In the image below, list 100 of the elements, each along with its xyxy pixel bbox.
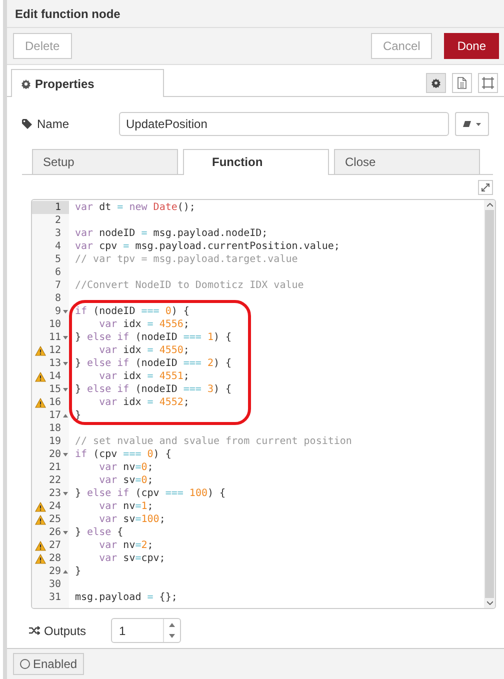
warning-icon bbox=[35, 398, 46, 408]
code-line: var nv=0; bbox=[98, 462, 154, 473]
frame-icon bbox=[482, 76, 494, 88]
line-number: 17 bbox=[48, 410, 61, 421]
code-line: } bbox=[74, 410, 82, 421]
code-line: //Convert NodeID to Domoticz IDX value bbox=[74, 280, 304, 291]
document-icon bbox=[457, 76, 467, 88]
enabled-toggle[interactable]: Enabled bbox=[13, 653, 84, 675]
done-button[interactable]: Done bbox=[444, 33, 499, 59]
line-number: 8 bbox=[54, 293, 61, 304]
line-number: 18 bbox=[48, 423, 61, 434]
line-number: 6 bbox=[54, 267, 61, 278]
line-number: 24 bbox=[48, 501, 61, 512]
fold-icon[interactable] bbox=[62, 310, 68, 314]
code-line: var sv=cpv; bbox=[98, 553, 166, 564]
line-number: 11 bbox=[48, 332, 61, 343]
code-line: var nv=1; bbox=[98, 501, 154, 512]
decrement-icon[interactable] bbox=[169, 634, 175, 638]
name-field[interactable]: UpdatePosition bbox=[119, 112, 449, 136]
fold-icon[interactable] bbox=[62, 336, 68, 340]
increment-icon[interactable] bbox=[169, 622, 175, 627]
line-number: 26 bbox=[48, 527, 61, 538]
fold-icon[interactable] bbox=[62, 530, 68, 534]
settings-button[interactable] bbox=[426, 72, 446, 92]
line-number: 3 bbox=[54, 228, 61, 239]
line-number: 1 bbox=[54, 202, 61, 213]
tag-icon bbox=[22, 119, 33, 129]
scroll-down-icon[interactable] bbox=[486, 601, 492, 605]
fold-end-icon[interactable] bbox=[62, 570, 68, 574]
line-number: 10 bbox=[48, 319, 61, 330]
line-number: 5 bbox=[54, 254, 61, 265]
warning-icon bbox=[35, 346, 46, 356]
line-number: 29 bbox=[48, 566, 61, 577]
line-number: 21 bbox=[48, 462, 61, 473]
expand-button[interactable] bbox=[478, 180, 493, 195]
line-number: 9 bbox=[54, 306, 61, 317]
outputs-spinner[interactable]: 1 bbox=[111, 618, 181, 643]
fold-icon[interactable] bbox=[62, 492, 68, 496]
fold-icon[interactable] bbox=[62, 452, 68, 456]
code-line: } else { bbox=[74, 527, 124, 538]
appearance-button[interactable] bbox=[478, 72, 498, 92]
code-line: var idx = 4556; bbox=[98, 319, 190, 330]
line-number: 31 bbox=[48, 592, 61, 603]
editor-tab[interactable]: Function bbox=[183, 149, 329, 175]
shuffle-icon bbox=[29, 626, 40, 635]
fold-icon[interactable] bbox=[62, 362, 68, 366]
code-line: if (nodeID === 0) { bbox=[74, 306, 190, 317]
code-line: } else if (nodeID === 3) { bbox=[74, 384, 232, 395]
line-number: 13 bbox=[48, 358, 61, 369]
code-line: // set nvalue and svalue from current position bbox=[74, 436, 352, 447]
line-number: 16 bbox=[48, 397, 61, 408]
code-line: } else if (nodeID === 1) { bbox=[74, 332, 232, 343]
scrollbar[interactable] bbox=[484, 200, 495, 608]
properties-tab[interactable]: Properties bbox=[11, 69, 164, 97]
line-number: 28 bbox=[48, 553, 61, 564]
line-number: 2 bbox=[54, 215, 61, 226]
code-line: } else if (cpv === 100) { bbox=[74, 488, 226, 499]
line-number: 25 bbox=[48, 514, 61, 525]
code-line: var cpv = msg.payload.currentPosition.value; bbox=[74, 241, 340, 252]
code-line: var idx = 4551; bbox=[98, 371, 190, 382]
line-number: 23 bbox=[48, 488, 61, 499]
code-line: } else if (nodeID === 2) { bbox=[74, 358, 232, 369]
line-number: 27 bbox=[48, 540, 61, 551]
warning-icon bbox=[35, 554, 46, 564]
line-number: 7 bbox=[54, 280, 61, 291]
icon-picker-button[interactable] bbox=[455, 112, 489, 136]
gear-icon bbox=[21, 78, 31, 88]
outputs-label: Outputs bbox=[44, 624, 86, 638]
name-label: Name bbox=[37, 117, 70, 131]
code-line: msg.payload = {}; bbox=[74, 592, 178, 603]
line-number: 4 bbox=[54, 241, 61, 252]
warning-icon bbox=[35, 372, 46, 382]
code-line: } bbox=[74, 566, 82, 577]
warning-icon bbox=[35, 502, 46, 512]
code-editor[interactable] bbox=[31, 199, 496, 609]
fold-end-icon[interactable] bbox=[62, 414, 68, 418]
code-line: var nodeID = msg.payload.nodeID; bbox=[74, 228, 268, 239]
line-number: 14 bbox=[48, 371, 61, 382]
scroll-up-icon[interactable] bbox=[486, 203, 492, 207]
expand-icon bbox=[481, 183, 490, 192]
line-number: 20 bbox=[48, 449, 61, 460]
code-line: var idx = 4550; bbox=[98, 345, 190, 356]
line-number: 22 bbox=[48, 475, 61, 486]
window-title: Edit function node bbox=[15, 6, 120, 20]
code-line: var dt = new Date(); bbox=[74, 202, 196, 213]
code-line: if (cpv === 0) { bbox=[74, 449, 172, 460]
line-number: 15 bbox=[48, 384, 61, 395]
editor-tab[interactable]: Setup bbox=[32, 149, 178, 174]
description-button[interactable] bbox=[452, 72, 472, 92]
warning-icon bbox=[35, 541, 46, 551]
editor-tab[interactable]: Close bbox=[334, 149, 480, 174]
line-number: 30 bbox=[48, 579, 61, 590]
gear-icon bbox=[431, 78, 441, 88]
code-line: var sv=0; bbox=[98, 475, 154, 486]
fold-icon[interactable] bbox=[62, 388, 68, 392]
code-line: var sv=100; bbox=[98, 514, 166, 525]
line-number: 12 bbox=[48, 345, 61, 356]
code-line: var nv=2; bbox=[98, 540, 154, 551]
line-number: 19 bbox=[48, 436, 61, 447]
code-line: // var tpv = msg.payload.target.value bbox=[74, 254, 298, 265]
